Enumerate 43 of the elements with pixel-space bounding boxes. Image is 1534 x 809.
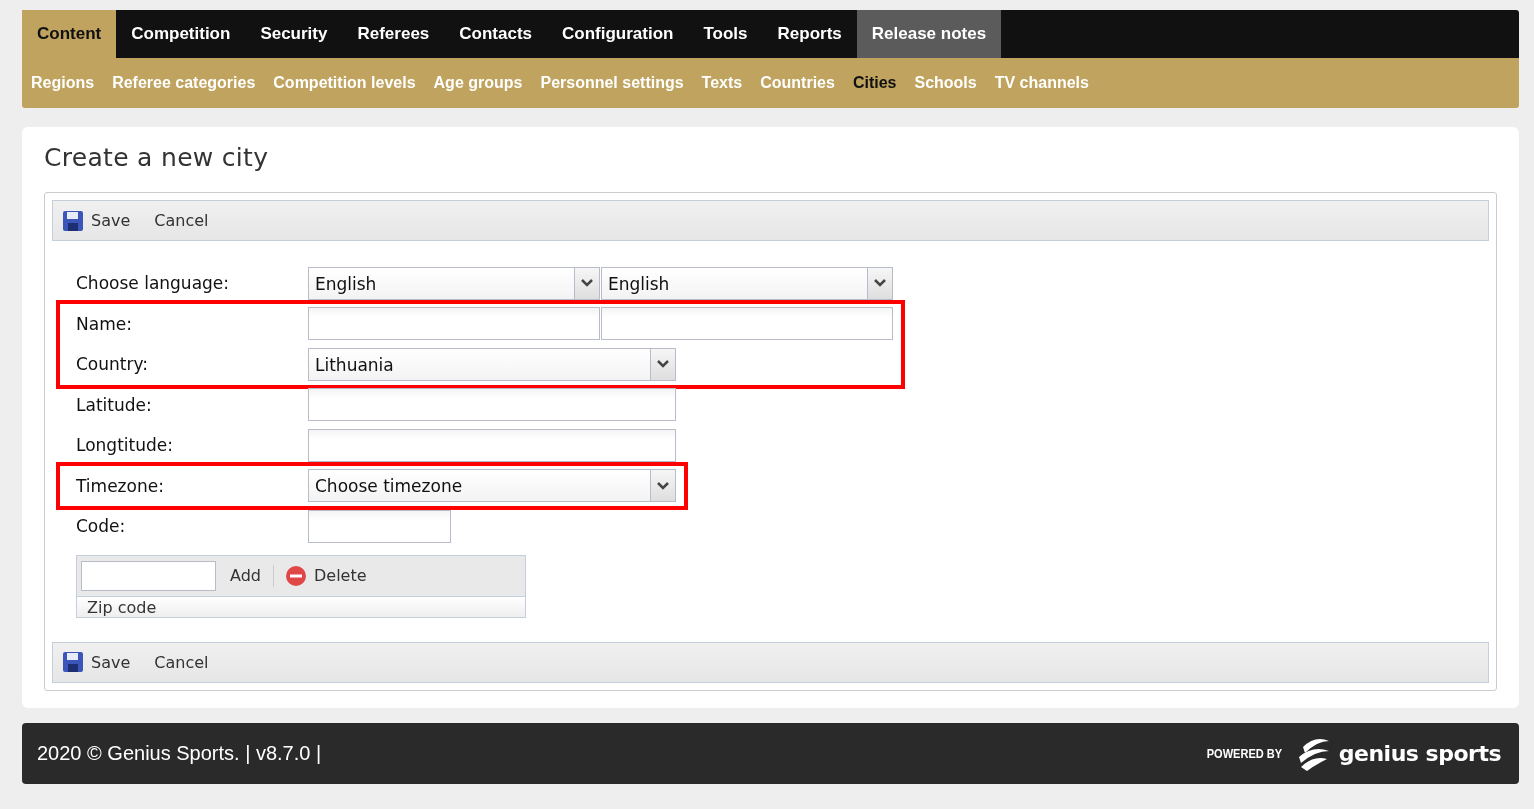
chevron-down-icon: [657, 360, 669, 369]
dropdown-field[interactable]: Choose timezone: [308, 469, 676, 503]
text-input-field[interactable]: [601, 307, 893, 341]
nav-tab[interactable]: Contacts: [444, 10, 548, 58]
powered-by-text: POWERED BY: [1206, 746, 1283, 761]
nav-tab[interactable]: Content: [22, 10, 117, 58]
nav-tab[interactable]: Referees: [342, 10, 445, 58]
dropdown-field[interactable]: Lithuania: [308, 347, 676, 381]
column-header: Zip code: [76, 596, 526, 618]
field-label: Longtitude:: [76, 435, 174, 456]
page-title: Create a new city: [44, 143, 270, 172]
sub-nav-link[interactable]: Cities: [852, 74, 897, 92]
nav-tab[interactable]: Release notes: [856, 10, 1002, 58]
field-label: Latitude:: [76, 394, 153, 415]
chevron-down-icon: [657, 481, 669, 490]
nav-tab[interactable]: Security: [245, 10, 343, 58]
add-button[interactable]: Add: [230, 566, 261, 585]
zip-code-input[interactable]: [81, 560, 216, 591]
nav-tab[interactable]: Reports: [762, 10, 857, 58]
cancel-button[interactable]: Cancel: [154, 652, 209, 672]
nav-tab[interactable]: Tools: [688, 10, 763, 58]
nav-tab[interactable]: Competition: [116, 10, 246, 58]
delete-icon: [286, 565, 306, 586]
field-label: Code:: [76, 516, 127, 537]
field-label: Timezone:: [76, 475, 165, 496]
text-input-field[interactable]: [308, 428, 676, 462]
save-button[interactable]: Save: [63, 210, 131, 231]
cancel-button[interactable]: Cancel: [154, 211, 209, 230]
chevron-down-icon: [581, 279, 593, 288]
text-input-field[interactable]: [308, 307, 600, 341]
text-input-field[interactable]: [308, 509, 451, 543]
chevron-down-icon: [874, 279, 886, 288]
text-input-field[interactable]: [308, 388, 676, 422]
dropdown-field[interactable]: English: [308, 266, 600, 300]
field-label: Choose language:: [76, 273, 231, 294]
brand-name: genius sports: [1338, 741, 1501, 766]
save-button[interactable]: Save: [63, 652, 131, 672]
nav-tab[interactable]: Configuration: [547, 10, 689, 58]
field-label: Country:: [76, 354, 150, 375]
field-label: Name:: [76, 313, 133, 334]
delete-button[interactable]: Delete: [286, 565, 367, 586]
dropdown-field[interactable]: English: [601, 266, 893, 300]
copyright-text: 2020 © Genius Sports. | v8.7.0 |: [37, 742, 322, 765]
